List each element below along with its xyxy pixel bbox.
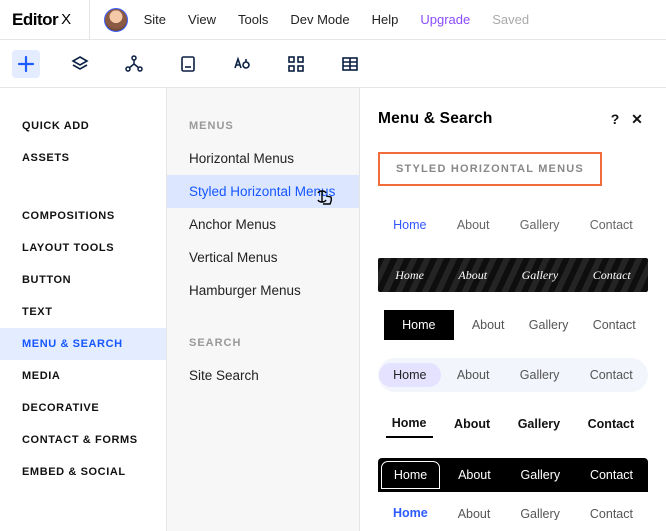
top-menu-saved[interactable]: Saved bbox=[492, 12, 529, 27]
top-bar: EditorX Site View Tools Dev Mode Help Upgrade… bbox=[0, 0, 666, 40]
avatar[interactable] bbox=[104, 8, 128, 32]
menu-preview-item: Home bbox=[384, 310, 453, 340]
layers-icon[interactable] bbox=[66, 50, 94, 78]
subpanel-item-horizontal-menus[interactable]: Horizontal Menus bbox=[167, 142, 359, 175]
sidebar-item-button[interactable]: Button bbox=[0, 264, 166, 296]
top-menu-dev-mode[interactable]: Dev Mode bbox=[290, 12, 349, 27]
section-tag: Styled Horizontal Menus bbox=[378, 152, 602, 186]
menu-preview-item: Gallery bbox=[516, 264, 565, 287]
menu-preview-item: About bbox=[452, 508, 497, 520]
menu-preview[interactable]: HomeAboutGalleryContact bbox=[378, 458, 648, 492]
subpanel-item-site-search[interactable]: Site Search bbox=[167, 359, 359, 392]
menu-preview[interactable]: Home About Gallery Contact bbox=[378, 508, 648, 520]
tool-strip bbox=[0, 40, 666, 88]
sidebar-item-embed-social[interactable]: Embed & Social bbox=[0, 456, 166, 488]
typography-icon[interactable] bbox=[228, 50, 256, 78]
menu-preview-item: Home bbox=[381, 461, 440, 489]
menu-preview-item: About bbox=[448, 413, 496, 437]
subpanel-heading-menus: Menus bbox=[167, 114, 359, 142]
menu-preview[interactable]: HomeAboutGalleryContact bbox=[378, 358, 648, 392]
menu-preview[interactable]: Home About Gallery Contact bbox=[378, 408, 648, 442]
subpanel-item-anchor-menus[interactable]: Anchor Menus bbox=[167, 208, 359, 241]
menu-preview-item: Contact bbox=[587, 264, 637, 287]
menu-preview-item: Gallery bbox=[506, 363, 574, 387]
menu-preview-item: Contact bbox=[584, 214, 639, 236]
detail-panel: Menu & Search ? ✕ Styled Horizontal Menu… bbox=[360, 88, 666, 531]
menu-preview-item: Contact bbox=[582, 413, 641, 437]
menu-preview-item: Gallery bbox=[512, 413, 566, 437]
sub-panel: MenusHorizontal MenusStyled Horizontal M… bbox=[167, 88, 360, 531]
menu-preview-item: Home bbox=[387, 214, 432, 236]
menu-preview-item: About bbox=[452, 264, 493, 287]
detail-title: Menu & Search bbox=[378, 110, 604, 128]
body: Quick AddAssets CompositionsLayout ToolsB… bbox=[0, 88, 666, 531]
detail-header: Menu & Search ? ✕ bbox=[378, 110, 648, 128]
page-icon[interactable] bbox=[174, 50, 202, 78]
menu-preview-item: Home bbox=[379, 363, 440, 387]
sidebar-item-assets[interactable]: Assets bbox=[0, 142, 166, 174]
menu-preview-item: About bbox=[446, 462, 503, 488]
menu-preview-item: Contact bbox=[578, 462, 645, 488]
preview-list: HomeAboutGalleryContactHomeAboutGalleryC… bbox=[378, 208, 648, 520]
menu-preview-item: Contact bbox=[576, 363, 647, 387]
menu-preview-item: Gallery bbox=[509, 462, 573, 488]
menu-preview-item: Home bbox=[389, 264, 430, 287]
menu-preview[interactable]: Home About Gallery Contact bbox=[378, 208, 648, 242]
structure-icon[interactable] bbox=[120, 50, 148, 78]
menu-preview-item: About bbox=[443, 363, 504, 387]
subpanel-item-styled-horizontal-menus[interactable]: Styled Horizontal Menus bbox=[167, 175, 359, 208]
logo-main: Editor bbox=[12, 10, 58, 30]
sidebar: Quick AddAssets CompositionsLayout ToolsB… bbox=[0, 88, 167, 531]
grid-icon[interactable] bbox=[282, 50, 310, 78]
sidebar-item-quick-add[interactable]: Quick Add bbox=[0, 110, 166, 142]
logo-suffix: X bbox=[61, 11, 71, 28]
sidebar-item-compositions[interactable]: Compositions bbox=[0, 200, 166, 232]
sidebar-item-media[interactable]: Media bbox=[0, 360, 166, 392]
sidebar-item-menu-search[interactable]: Menu & Search bbox=[0, 328, 166, 360]
menu-preview-item: Gallery bbox=[514, 508, 566, 520]
menu-preview[interactable]: Home About Gallery Contact bbox=[378, 258, 648, 292]
menu-preview-item: About bbox=[466, 314, 511, 336]
sidebar-item-text[interactable]: Text bbox=[0, 296, 166, 328]
menu-preview-item: Home bbox=[387, 508, 434, 520]
top-menu-site[interactable]: Site bbox=[144, 12, 166, 27]
sidebar-item-contact-forms[interactable]: Contact & Forms bbox=[0, 424, 166, 456]
top-menu-tools[interactable]: Tools bbox=[238, 12, 268, 27]
sidebar-item-decorative[interactable]: Decorative bbox=[0, 392, 166, 424]
subpanel-item-hamburger-menus[interactable]: Hamburger Menus bbox=[167, 274, 359, 307]
top-menu-help[interactable]: Help bbox=[372, 12, 399, 27]
menu-preview-item: Contact bbox=[584, 508, 639, 520]
top-menu-view[interactable]: View bbox=[188, 12, 216, 27]
logo: EditorX bbox=[12, 0, 90, 40]
menu-preview-item: Gallery bbox=[514, 214, 566, 236]
close-icon[interactable]: ✕ bbox=[626, 111, 648, 128]
subpanel-item-vertical-menus[interactable]: Vertical Menus bbox=[167, 241, 359, 274]
top-menu-upgrade[interactable]: Upgrade bbox=[420, 12, 470, 27]
menu-preview-item: Contact bbox=[587, 314, 642, 336]
add-icon[interactable] bbox=[12, 50, 40, 78]
help-icon[interactable]: ? bbox=[604, 111, 626, 127]
menu-preview-item: About bbox=[451, 214, 496, 236]
top-menu: Site View Tools Dev Mode Help Upgrade Saved bbox=[144, 12, 529, 27]
table-icon[interactable] bbox=[336, 50, 364, 78]
menu-preview-item: Gallery bbox=[523, 314, 575, 336]
menu-preview[interactable]: Home About Gallery Contact bbox=[378, 308, 648, 342]
menu-preview-item: Home bbox=[386, 412, 433, 438]
sidebar-item-layout-tools[interactable]: Layout Tools bbox=[0, 232, 166, 264]
subpanel-heading-search: Search bbox=[167, 331, 359, 359]
